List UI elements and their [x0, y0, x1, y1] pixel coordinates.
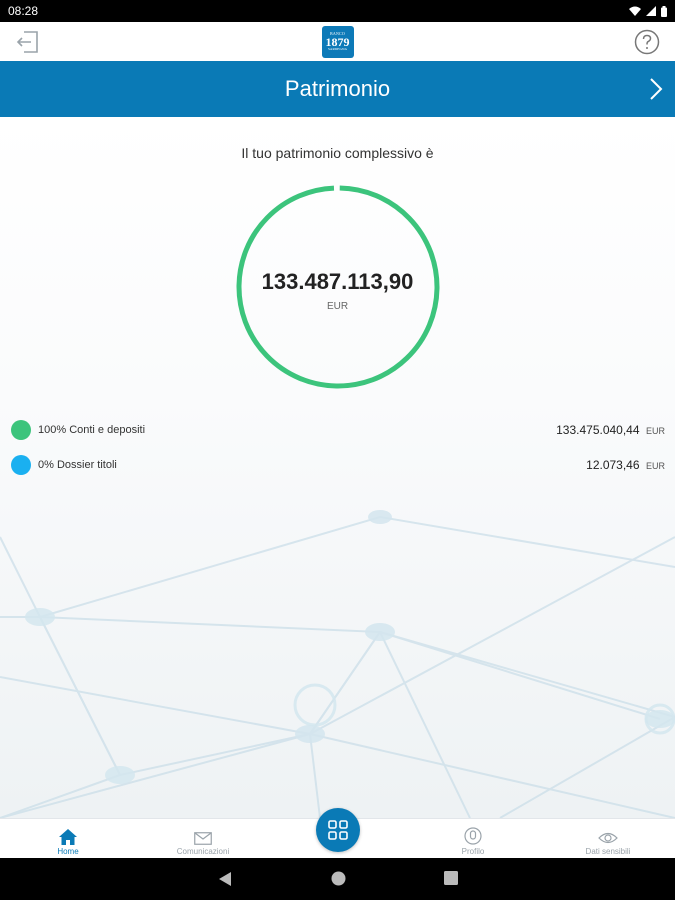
nav-dati-sensibili[interactable]: Dati sensibili — [553, 819, 663, 859]
total-currency: EUR — [326, 301, 349, 312]
breakdown-label: 0% Dossier titoli — [38, 459, 117, 471]
breakdown-currency: EUR — [645, 426, 665, 436]
help-icon[interactable] — [634, 29, 660, 55]
legend-dot-blue — [11, 455, 31, 475]
eye-icon — [598, 832, 618, 844]
logo-year: 1879 — [325, 34, 350, 49]
battery-icon — [661, 5, 667, 17]
menu-fab-button[interactable] — [316, 808, 360, 852]
breakdown-amount: 133.475.040,44 — [556, 423, 640, 437]
breakdown-currency: EUR — [645, 461, 665, 471]
title-bar: Patrimonio — [0, 61, 675, 117]
nav-comunicazioni[interactable]: Comunicazioni — [148, 819, 258, 859]
nav-home[interactable]: Home — [13, 819, 123, 859]
breakdown-label: 100% Conti e depositi — [38, 424, 146, 436]
nav-label: Dati sensibili — [585, 847, 631, 856]
nav-label: Profilo — [461, 847, 485, 856]
back-icon[interactable] — [218, 871, 232, 887]
app-bar: BANCO 1879 SARDEGNA — [0, 22, 675, 61]
status-bar: 08:28 — [0, 0, 675, 22]
wifi-icon — [629, 6, 641, 16]
logo-bottom-text: SARDEGNA — [327, 46, 348, 51]
home-circle-icon[interactable] — [331, 871, 346, 886]
status-icons — [629, 5, 667, 17]
logout-icon[interactable] — [15, 30, 41, 54]
nav-profilo[interactable]: Profilo — [418, 819, 528, 859]
breakdown-row-dossier[interactable]: 0% Dossier titoli 12.073,46 EUR — [11, 454, 665, 476]
breakdown-amount: 12.073,46 — [586, 458, 640, 472]
chevron-right-icon[interactable] — [649, 77, 663, 101]
profile-icon — [464, 827, 482, 845]
status-time: 08:28 — [8, 4, 39, 18]
legend-dot-green — [11, 420, 31, 440]
recents-icon[interactable] — [444, 871, 458, 885]
main-content: Il tuo patrimonio complessivo è 133.487.… — [0, 117, 675, 818]
grid-icon — [328, 820, 348, 840]
nav-label: Comunicazioni — [176, 847, 230, 856]
page-title: Patrimonio — [284, 76, 391, 101]
nav-label: Home — [57, 847, 79, 856]
system-nav-bar — [0, 858, 675, 900]
mail-icon — [194, 832, 212, 845]
signal-icon — [646, 6, 656, 16]
total-amount: 133.487.113,90 — [261, 269, 414, 294]
total-intro-text: Il tuo patrimonio complessivo è — [241, 145, 434, 161]
bank-logo: BANCO 1879 SARDEGNA — [321, 25, 354, 58]
home-icon — [59, 829, 77, 845]
breakdown-row-conti[interactable]: 100% Conti e depositi 133.475.040,44 EUR — [11, 419, 665, 441]
